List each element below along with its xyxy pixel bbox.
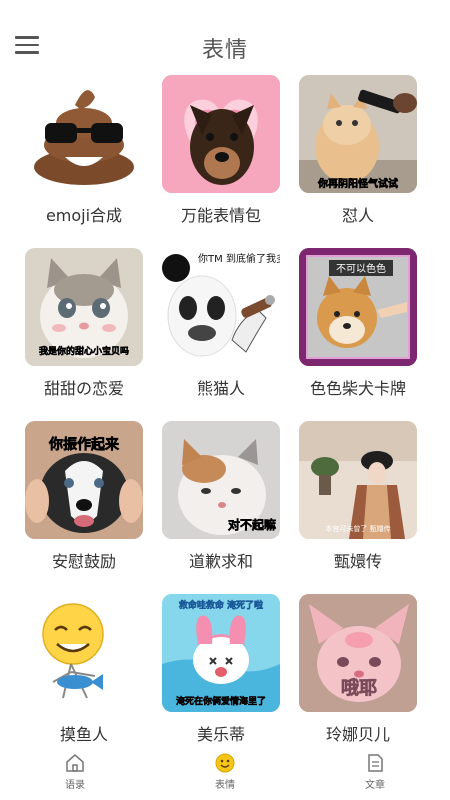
sorry-cat-image: 对不起嘛: [162, 421, 280, 539]
shiba-card-image: 不可以色色: [299, 248, 417, 366]
sticker-caption: 不可以色色: [336, 262, 386, 275]
tab-articles[interactable]: 文章: [345, 752, 405, 796]
kitten-image: 我是你的甜心小宝贝吗: [25, 248, 143, 366]
document-icon: [368, 754, 383, 772]
sticker-caption: 你再阴阳怪气试试: [317, 177, 398, 190]
sticker-caption: 本宫可未曾了 甄嬛传: [325, 524, 390, 533]
category-my-melody[interactable]: 救命哇救命 淹死了啦 淹死在你俩爱情海里了 美乐蒂: [151, 594, 291, 754]
category-label: emoji合成: [45, 206, 123, 225]
category-zhen-huan[interactable]: 本宫可未曾了 甄嬛传 甄嬛传: [288, 421, 428, 581]
category-label: 安慰鼓励: [51, 552, 116, 571]
sticker-caption: 你振作起来: [48, 436, 120, 453]
bottom-tab-bar: 语录 表情 文章: [0, 748, 450, 800]
category-panda-man[interactable]: 你TM 到底偷了我多少图 熊猫人: [151, 248, 291, 408]
category-label: 怼人: [341, 206, 374, 225]
husky-image: 你振作起来: [25, 421, 143, 539]
smiley-fish-image: [25, 594, 143, 712]
category-slacker[interactable]: 摸鱼人: [14, 594, 154, 754]
drama-image: 本宫可未曾了 甄嬛传: [299, 421, 417, 539]
panda-meme-image: 你TM 到底偷了我多少图: [162, 248, 280, 366]
sticker-caption: 淹死在你俩爱情海里了: [176, 695, 266, 707]
page-title: 表情: [201, 38, 248, 63]
app-header: 表情: [0, 0, 450, 70]
sticker-caption: 我是你的甜心小宝贝吗: [39, 345, 129, 357]
category-label: 甄嬛传: [333, 552, 382, 571]
category-sweet-love[interactable]: 我是你的甜心小宝贝吗 甜甜の恋爱: [14, 248, 154, 408]
category-label: 道歉求和: [188, 552, 253, 571]
cat-gun-image: 你再阴阳怪气试试: [299, 75, 417, 193]
category-label: 玲娜贝儿: [325, 725, 390, 744]
category-label: 甜甜の恋爱: [43, 379, 124, 398]
melody-image: 救命哇救命 淹死了啦 淹死在你俩爱情海里了: [162, 594, 280, 712]
category-label: 色色柴犬卡牌: [309, 379, 406, 398]
category-label: 熊猫人: [196, 379, 245, 398]
tab-label: 语录: [65, 780, 85, 791]
sticker-caption-top: 救命哇救命 淹死了啦: [179, 599, 263, 611]
dog-heart-image: [162, 75, 280, 193]
tab-quotes[interactable]: 语录: [45, 752, 105, 796]
sticker-caption: 对不起嘛: [228, 517, 276, 532]
category-label: 摸鱼人: [59, 725, 108, 744]
category-shiba-card[interactable]: 不可以色色 色色柴犬卡牌: [288, 248, 428, 408]
home-icon: [66, 754, 84, 772]
tab-label: 表情: [215, 780, 235, 791]
sticker-caption: 哦耶: [341, 678, 377, 699]
category-emoji-compose[interactable]: emoji合成: [14, 75, 154, 235]
category-label: 万能表情包: [180, 206, 261, 225]
category-apology[interactable]: 对不起嘛 道歉求和: [151, 421, 291, 581]
category-roast[interactable]: 你再阴阳怪气试试 怼人: [288, 75, 428, 235]
tab-stickers[interactable]: 表情: [195, 752, 255, 796]
poop-sunglasses-emoji-image: [25, 75, 143, 193]
category-linabell[interactable]: 哦耶 玲娜贝儿: [288, 594, 428, 754]
category-label: 美乐蒂: [196, 725, 245, 744]
smiley-icon: [215, 753, 235, 773]
sticker-caption: 你TM 到底偷了我多少图: [198, 252, 280, 265]
category-universal-stickers[interactable]: 万能表情包: [151, 75, 291, 235]
linabell-image: 哦耶: [299, 594, 417, 712]
tab-label: 文章: [365, 780, 385, 791]
category-comfort[interactable]: 你振作起来 安慰鼓励: [14, 421, 154, 581]
